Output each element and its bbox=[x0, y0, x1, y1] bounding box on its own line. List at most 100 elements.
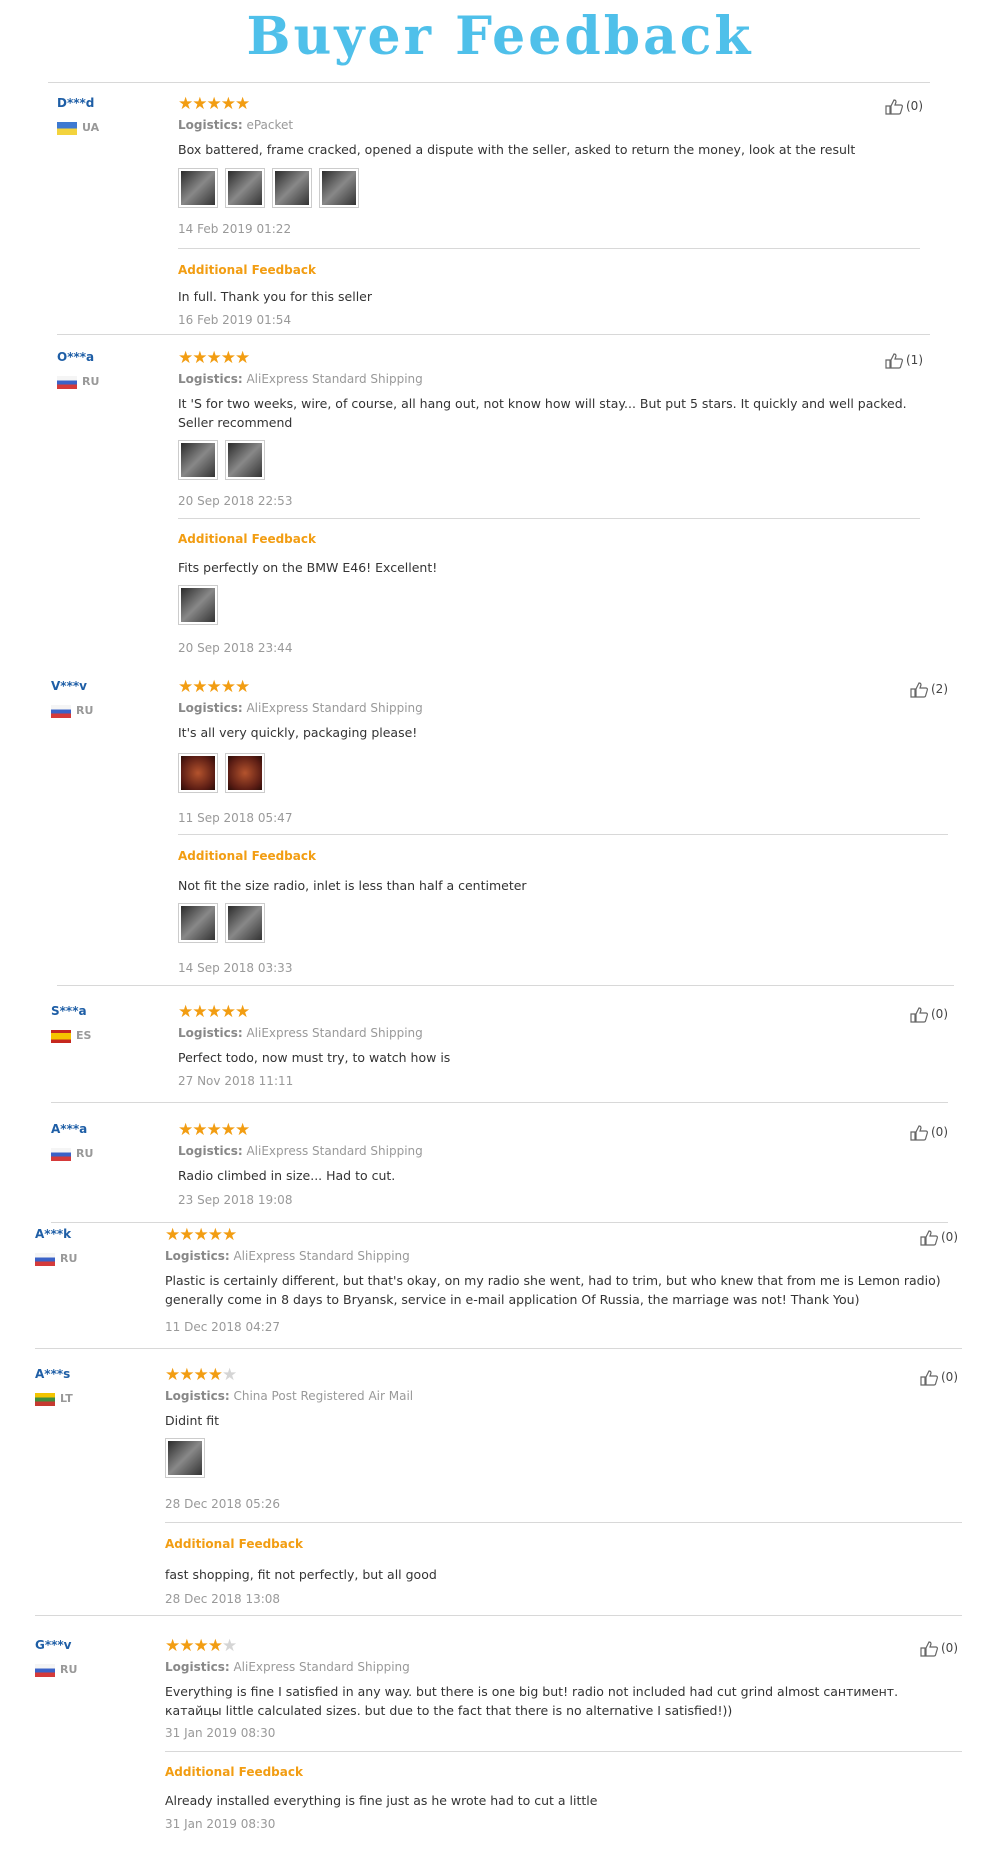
review-photo-thumbnail[interactable] bbox=[178, 168, 218, 208]
flag-icon bbox=[57, 121, 77, 135]
reviewer-name: S***a bbox=[51, 1004, 87, 1018]
additional-feedback-date: 20 Sep 2018 23:44 bbox=[178, 641, 293, 655]
review-photo-thumbnail[interactable] bbox=[178, 440, 218, 480]
helpful-count: (0) bbox=[941, 1641, 958, 1655]
star-filled-icon: ★ bbox=[192, 1002, 207, 1022]
review-comment: It's all very quickly, packaging please! bbox=[178, 725, 418, 740]
review-photo-thumbnail[interactable] bbox=[225, 440, 265, 480]
helpful-vote-button[interactable]: (0) bbox=[920, 1639, 958, 1657]
star-filled-icon: ★ bbox=[220, 94, 236, 114]
logistics-label: Logistics: bbox=[165, 1389, 230, 1403]
review-photo-thumbnail[interactable] bbox=[178, 585, 218, 625]
review-photo-thumbnail[interactable] bbox=[178, 903, 218, 943]
star-filled-icon: ★ bbox=[179, 1225, 194, 1245]
helpful-vote-button[interactable]: (0) bbox=[910, 1005, 948, 1023]
star-filled-icon: ★ bbox=[235, 1120, 250, 1140]
star-filled-icon: ★ bbox=[207, 1225, 223, 1245]
additional-feedback-date: 16 Feb 2019 01:54 bbox=[178, 313, 292, 327]
review-date: 14 Feb 2019 01:22 bbox=[178, 222, 292, 236]
helpful-count: (2) bbox=[931, 682, 948, 696]
photo-image bbox=[181, 906, 215, 940]
star-rating: ★★★★★ bbox=[178, 94, 250, 114]
logistics-info: Logistics: AliExpress Standard Shipping bbox=[165, 1249, 410, 1263]
star-filled-icon: ★ bbox=[178, 677, 193, 697]
logistics-label: Logistics: bbox=[178, 1144, 243, 1158]
country-code: UA bbox=[82, 121, 100, 134]
logistics-method: AliExpress Standard Shipping bbox=[233, 1249, 410, 1263]
helpful-vote-button[interactable]: (0) bbox=[920, 1228, 958, 1246]
star-filled-icon: ★ bbox=[206, 1002, 222, 1022]
star-filled-icon: ★ bbox=[206, 348, 222, 368]
logistics-method: China Post Registered Air Mail bbox=[233, 1389, 414, 1403]
star-filled-icon: ★ bbox=[165, 1636, 180, 1656]
photo-image bbox=[228, 171, 262, 205]
review-comment: Perfect todo, now must try, to watch how… bbox=[178, 1050, 451, 1065]
star-rating: ★★★★★ bbox=[165, 1636, 237, 1656]
star-filled-icon: ★ bbox=[235, 348, 250, 368]
review-photo-thumbnail[interactable] bbox=[225, 168, 265, 208]
additional-feedback-label: Additional Feedback bbox=[165, 1537, 303, 1551]
helpful-vote-button[interactable]: (0) bbox=[920, 1368, 958, 1386]
flag-icon bbox=[35, 1252, 55, 1266]
logistics-label: Logistics: bbox=[165, 1249, 230, 1263]
star-filled-icon: ★ bbox=[192, 348, 207, 368]
star-filled-icon: ★ bbox=[165, 1365, 180, 1385]
helpful-vote-button[interactable]: (0) bbox=[885, 97, 923, 115]
star-filled-icon: ★ bbox=[179, 1365, 194, 1385]
flag-icon bbox=[35, 1663, 55, 1677]
helpful-vote-button[interactable]: (0) bbox=[910, 1123, 948, 1141]
logistics-label: Logistics: bbox=[178, 118, 243, 132]
review-comment: Plastic is certainly different, but that… bbox=[165, 1273, 941, 1307]
additional-feedback-comment: Not fit the size radio, inlet is less th… bbox=[178, 878, 527, 893]
logistics-info: Logistics: AliExpress Standard Shipping bbox=[178, 701, 423, 715]
thumbs-up-icon bbox=[920, 1369, 938, 1386]
helpful-vote-button[interactable]: (2) bbox=[910, 680, 948, 698]
logistics-label: Logistics: bbox=[178, 1026, 243, 1040]
helpful-vote-button[interactable]: (1) bbox=[885, 351, 923, 369]
star-filled-icon: ★ bbox=[207, 1365, 223, 1385]
helpful-count: (1) bbox=[906, 353, 923, 367]
star-filled-icon: ★ bbox=[206, 94, 222, 114]
reviewer-name: D***d bbox=[57, 96, 95, 110]
review-photo-thumbnail[interactable] bbox=[165, 1438, 205, 1478]
star-empty-icon: ★ bbox=[222, 1636, 237, 1656]
additional-feedback-date: 31 Jan 2019 08:30 bbox=[165, 1817, 276, 1831]
thumbs-up-icon bbox=[910, 681, 928, 698]
flag-icon bbox=[57, 375, 77, 389]
review-photo-thumbnail[interactable] bbox=[225, 753, 265, 793]
logistics-info: Logistics: AliExpress Standard Shipping bbox=[178, 1144, 423, 1158]
additional-feedback-label: Additional Feedback bbox=[178, 849, 316, 863]
helpful-count: (0) bbox=[906, 99, 923, 113]
star-filled-icon: ★ bbox=[178, 1120, 193, 1140]
star-rating: ★★★★★ bbox=[178, 1120, 250, 1140]
helpful-count: (0) bbox=[941, 1370, 958, 1384]
star-filled-icon: ★ bbox=[220, 677, 236, 697]
star-filled-icon: ★ bbox=[178, 348, 193, 368]
star-filled-icon: ★ bbox=[235, 677, 250, 697]
photo-image bbox=[181, 171, 215, 205]
review-comment: Box battered, frame cracked, opened a di… bbox=[178, 142, 856, 157]
star-filled-icon: ★ bbox=[220, 348, 236, 368]
logistics-label: Logistics: bbox=[178, 372, 243, 386]
helpful-count: (0) bbox=[931, 1007, 948, 1021]
review-photo-thumbnail[interactable] bbox=[319, 168, 359, 208]
star-filled-icon: ★ bbox=[193, 1636, 209, 1656]
country-code: RU bbox=[82, 375, 100, 388]
review-photo-thumbnail[interactable] bbox=[225, 903, 265, 943]
reviewer-country: RU bbox=[35, 1252, 77, 1266]
review-photo-thumbnail[interactable] bbox=[178, 753, 218, 793]
logistics-method: AliExpress Standard Shipping bbox=[246, 701, 423, 715]
star-rating: ★★★★★ bbox=[165, 1365, 237, 1385]
additional-feedback-comment: Fits perfectly on the BMW E46! Excellent… bbox=[178, 560, 438, 575]
review-divider bbox=[57, 334, 930, 335]
review-comment: It 'S for two weeks, wire, of course, al… bbox=[178, 396, 907, 430]
helpful-count: (0) bbox=[941, 1230, 958, 1244]
star-rating: ★★★★★ bbox=[178, 348, 250, 368]
country-code: LT bbox=[60, 1392, 73, 1405]
additional-feedback-label: Additional Feedback bbox=[178, 263, 316, 277]
logistics-method: AliExpress Standard Shipping bbox=[246, 1144, 423, 1158]
logistics-method: AliExpress Standard Shipping bbox=[246, 372, 423, 386]
country-code: RU bbox=[60, 1252, 78, 1265]
review-photo-thumbnail[interactable] bbox=[272, 168, 312, 208]
additional-feedback-comment: In full. Thank you for this seller bbox=[178, 289, 373, 304]
